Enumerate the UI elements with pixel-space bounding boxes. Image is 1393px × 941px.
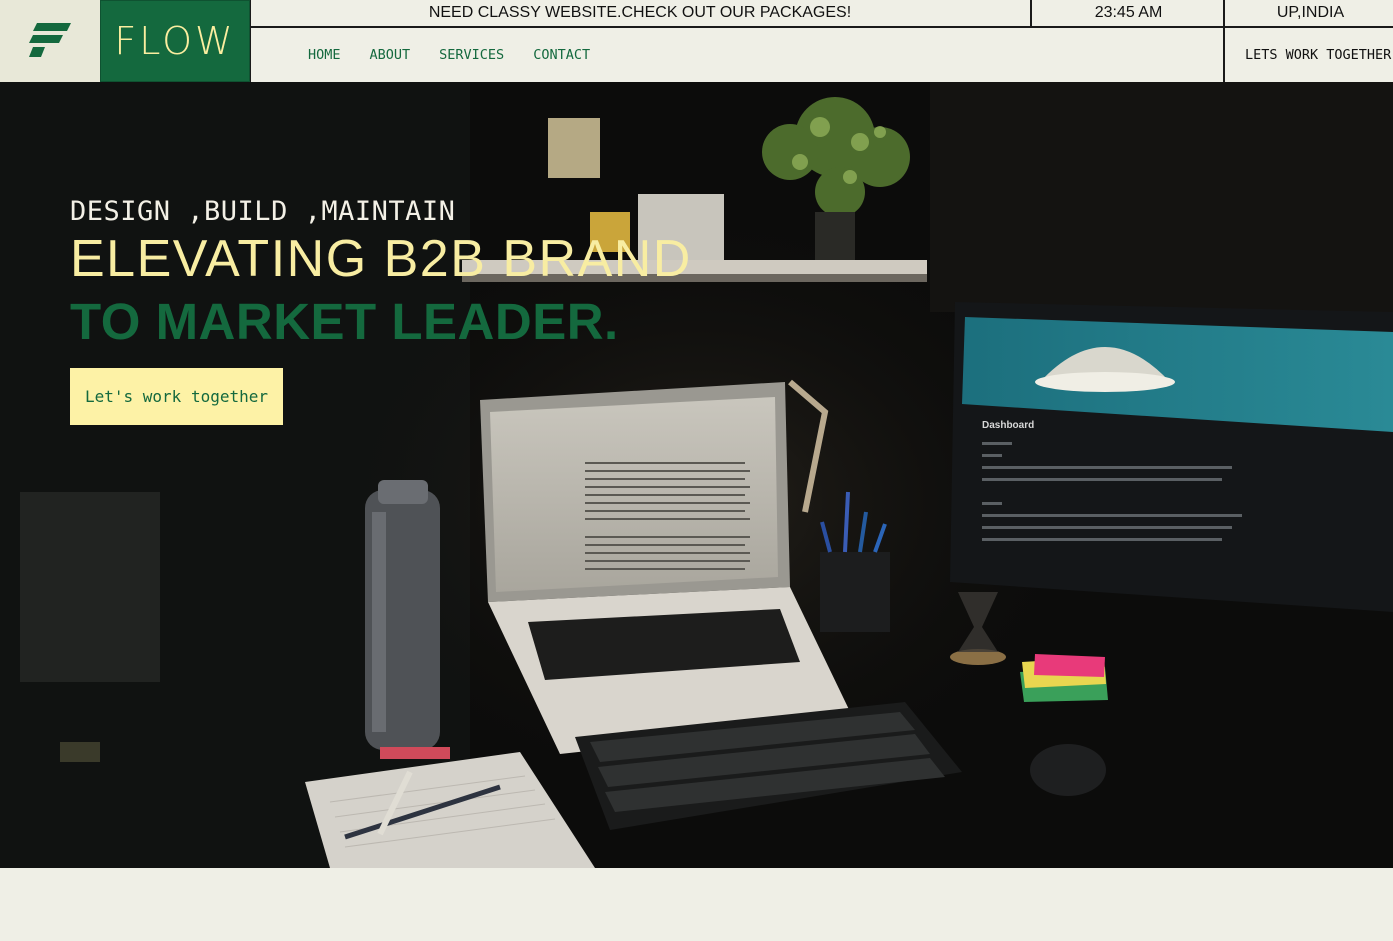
hero-title-line1: ELEVATING B2B BRAND bbox=[70, 230, 692, 288]
hero-headline-block: DESIGN ,BUILD ,MAINTAIN ELEVATING B2B BR… bbox=[70, 197, 692, 353]
flow-f-logo-icon bbox=[29, 23, 71, 57]
brand-logo[interactable]: FLOW bbox=[100, 0, 250, 82]
nav-item-home[interactable]: HOME bbox=[308, 47, 341, 63]
monitor-dashboard-text: Dashboard bbox=[982, 420, 1034, 431]
main-nav: HOME ABOUT SERVICES CONTACT LETS WORK TO… bbox=[250, 28, 1393, 82]
hero-title-line2: TO MARKET LEADER. bbox=[70, 293, 619, 350]
monitor: Dashboard bbox=[950, 302, 1393, 612]
promo-text[interactable]: NEED CLASSY WEBSITE.CHECK OUT OUR PACKAG… bbox=[251, 0, 1029, 26]
brand-name: FLOW bbox=[114, 19, 236, 63]
location-text: UP,INDIA bbox=[1223, 0, 1393, 26]
nav-cta-lets-work-together[interactable]: LETS WORK TOGETHER bbox=[1223, 28, 1393, 82]
nav-item-contact[interactable]: CONTACT bbox=[533, 47, 590, 63]
clock-time: 23:45 AM bbox=[1030, 0, 1225, 26]
nav-cta-label: LETS WORK TOGETHER bbox=[1245, 47, 1392, 63]
announcement-bar: NEED CLASSY WEBSITE.CHECK OUT OUR PACKAG… bbox=[250, 0, 1393, 28]
nav-links: HOME ABOUT SERVICES CONTACT bbox=[308, 28, 619, 82]
hero-subtitle: DESIGN ,BUILD ,MAINTAIN bbox=[70, 196, 456, 227]
nav-item-services[interactable]: SERVICES bbox=[439, 47, 504, 63]
hero-cta-button[interactable]: Let's work together bbox=[70, 368, 283, 425]
site-header: FLOW NEED CLASSY WEBSITE.CHECK OUT OUR P… bbox=[0, 0, 1393, 82]
nav-item-about[interactable]: ABOUT bbox=[370, 47, 411, 63]
hero-section: Dashboard DESIGN ,BUILD ,MAINTAIN ELEVAT… bbox=[0, 82, 1393, 868]
logo-icon-box[interactable] bbox=[0, 0, 101, 82]
page-bottom-area bbox=[0, 868, 1393, 941]
